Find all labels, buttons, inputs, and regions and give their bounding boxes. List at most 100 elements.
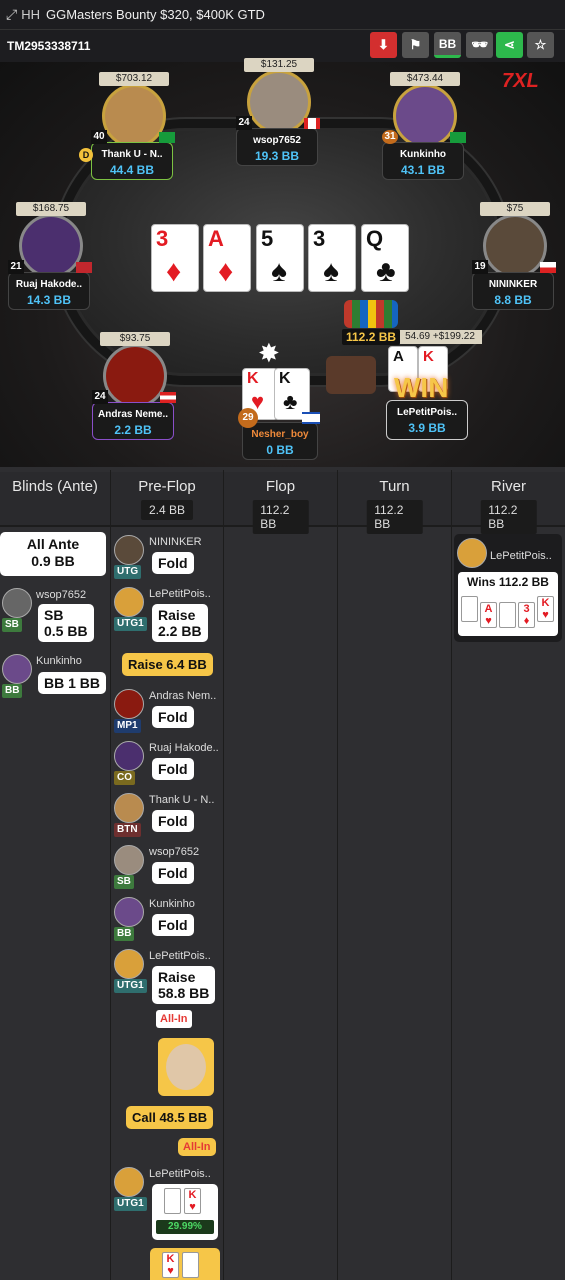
seat-money: $473.44 bbox=[390, 72, 460, 86]
card-rank: K bbox=[247, 370, 259, 387]
action-label: Raise bbox=[158, 607, 196, 623]
seat-stack: 44.4 BB bbox=[109, 163, 155, 177]
card-rank: A bbox=[484, 603, 493, 615]
equity-badge: 29.99% bbox=[156, 1220, 214, 1234]
download-button[interactable]: ⬇ bbox=[370, 32, 397, 58]
canada-flag-icon bbox=[304, 118, 320, 129]
seat-stack: 14.3 BB bbox=[26, 293, 72, 307]
flag-button[interactable]: ⚑ bbox=[402, 32, 429, 58]
action-bubble: Fold bbox=[152, 552, 194, 574]
column-pot: 2.4 BB bbox=[140, 500, 194, 520]
seat-plate: Kunkinho 43.1 BB bbox=[382, 142, 464, 180]
seat-name: Ruaj Hakode.. bbox=[15, 279, 83, 290]
seat-name: LePetitPois.. bbox=[396, 407, 457, 418]
seat-plate: Ruaj Hakode.. 14.3 BB bbox=[8, 272, 90, 310]
seat-name: NININKER bbox=[488, 279, 538, 290]
austria-flag-icon bbox=[160, 392, 176, 403]
board-card-3: 5 ♠ bbox=[256, 224, 304, 292]
bust-star-icon: ✸ bbox=[258, 338, 280, 368]
column-title: River bbox=[490, 478, 526, 495]
card-rank: A bbox=[168, 1189, 177, 1201]
action-label: Raise bbox=[158, 969, 196, 985]
card-rank: K bbox=[279, 370, 291, 387]
avatar bbox=[103, 344, 167, 408]
seat-lepetit[interactable]: 54.69 +$199.22 A K WIN LePetitPois.. 3.9… bbox=[384, 330, 482, 440]
action-bubble: SB 0.5 BB bbox=[38, 604, 94, 642]
incognito-button[interactable]: 🕶 bbox=[466, 32, 493, 58]
avatar bbox=[114, 793, 144, 823]
israel-flag-icon bbox=[302, 412, 320, 424]
bb-toggle-button[interactable]: BB bbox=[434, 32, 461, 58]
avatar bbox=[102, 84, 166, 148]
seat-level: 24 bbox=[236, 116, 252, 130]
favorite-button[interactable]: ☆ bbox=[527, 32, 554, 58]
share-button[interactable]: ⋖ bbox=[496, 32, 523, 58]
player-name: Ruaj Hakode.. bbox=[149, 742, 219, 754]
hero-showdown-box: K ♥ K ♣ bbox=[150, 1248, 220, 1280]
mini-card: 3 ♠ bbox=[499, 602, 516, 628]
action-amount: 0.5 BB bbox=[44, 623, 88, 639]
board-card-4: 3 ♠ bbox=[308, 224, 356, 292]
card-suit: ♠ bbox=[466, 609, 473, 621]
morocco-flag-icon bbox=[76, 262, 92, 273]
player-name: Kunkinho bbox=[36, 655, 82, 667]
seat-stack: 43.1 BB bbox=[400, 163, 446, 177]
card-rank: A bbox=[465, 597, 474, 609]
emote-sticker bbox=[158, 1038, 214, 1096]
mini-card: K ♣ bbox=[182, 1252, 199, 1278]
seat-plate: wsop7652 19.3 BB bbox=[236, 128, 318, 166]
column-river: River 112.2 BB bbox=[452, 472, 565, 534]
mini-card: A ♥ bbox=[480, 602, 497, 628]
seat-stack: 8.8 BB bbox=[494, 293, 532, 307]
back-icon[interactable]: ⤢ bbox=[6, 6, 17, 23]
river-result-panel: LePetitPois.. Wins 112.2 BB A ♠ A ♥ 3 ♠ 3 ♦ … bbox=[454, 534, 562, 642]
hh-tag: HH bbox=[21, 7, 40, 22]
seat-stack: 19.3 BB bbox=[254, 149, 300, 163]
column-blinds: Blinds (Ante) bbox=[0, 472, 110, 527]
logo-text: 7XL bbox=[502, 70, 539, 92]
card-suit: ♣ bbox=[376, 255, 396, 288]
position-badge: UTG1 bbox=[114, 1197, 147, 1211]
chile-flag-icon bbox=[540, 262, 556, 273]
column-preflop: Pre-Flop 2.4 BB bbox=[111, 472, 223, 527]
position-badge: SB bbox=[2, 618, 22, 632]
chip-stack-icon bbox=[344, 300, 398, 328]
all-ante-label: All Ante bbox=[26, 536, 80, 552]
spy-icon: 🕶 bbox=[471, 37, 488, 52]
card-rank: K bbox=[166, 1253, 175, 1265]
seat-level: 24 bbox=[92, 390, 108, 404]
emote-face-icon bbox=[166, 1044, 206, 1090]
brazil-flag-icon bbox=[450, 132, 466, 143]
action-bubble: Fold bbox=[152, 758, 194, 780]
action-label: SB bbox=[44, 607, 64, 623]
pot-amount: 112.2 BB bbox=[342, 329, 401, 345]
player-name: wsop7652 bbox=[149, 846, 200, 858]
column-pot: 112.2 BB bbox=[252, 500, 309, 534]
player-name: LePetitPois.. bbox=[149, 588, 211, 600]
mini-card: K ♥ bbox=[162, 1252, 179, 1278]
player-name: NININKER bbox=[149, 536, 202, 548]
mini-card: A ♠ bbox=[461, 596, 478, 622]
seat-nesher[interactable]: K ♥ K ♣ Nesher_boy 0 BB 29 bbox=[238, 366, 320, 462]
card-suit: ♥ bbox=[542, 609, 549, 621]
all-ante-value: 0.9 BB bbox=[31, 553, 75, 569]
position-badge: BTN bbox=[114, 823, 141, 837]
action-bubble: Fold bbox=[152, 914, 194, 936]
position-badge: SB bbox=[114, 875, 134, 889]
position-badge: BB bbox=[2, 684, 23, 698]
position-badge: MP1 bbox=[114, 719, 141, 733]
player-name: LePetitPois.. bbox=[149, 950, 211, 962]
avatar bbox=[393, 84, 457, 148]
action-bubble: Fold bbox=[152, 810, 194, 832]
hero-call-bubble: Call 48.5 BB bbox=[126, 1106, 214, 1129]
action-bubble: BB 1 BB bbox=[38, 672, 107, 694]
player-name: Thank U - N.. bbox=[149, 794, 215, 806]
seat-name: wsop7652 bbox=[253, 135, 301, 146]
card-suit: ♦ bbox=[523, 615, 530, 627]
card-suit: ♥ bbox=[189, 1201, 196, 1213]
column-title: Flop bbox=[265, 478, 296, 495]
win-box: Wins 112.2 BB A ♠ A ♥ 3 ♠ 3 ♦ K ♥ bbox=[458, 572, 558, 636]
card-rank: A bbox=[393, 348, 404, 365]
column-flop: Flop 112.2 BB bbox=[224, 472, 337, 534]
column-title: Pre-Flop bbox=[138, 478, 196, 495]
